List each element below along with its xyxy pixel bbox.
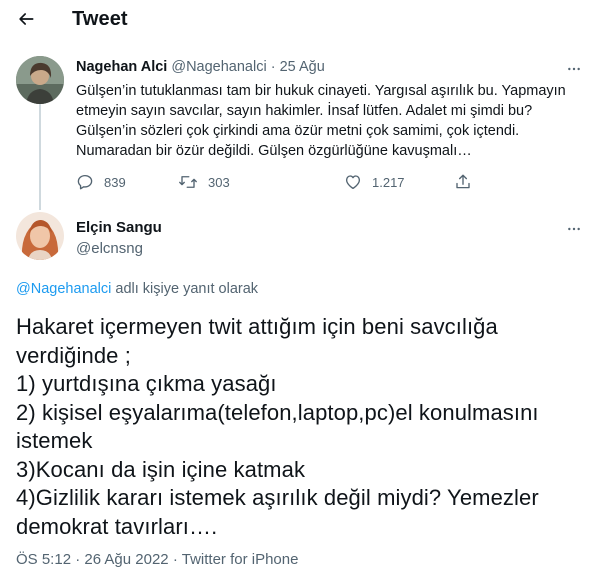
main-tweet-text: Hakaret içermeyen twit attığım için beni… [16, 313, 586, 541]
reply-button[interactable]: 839 [76, 171, 126, 193]
back-button[interactable] [12, 5, 40, 33]
tweet-text-line: 1) yurtdışına çıkma yasağı [16, 371, 277, 396]
reply-count: 839 [104, 174, 126, 190]
parent-tweet[interactable]: Nagehan Alci @Nagehanalci · 25 Ağu Gülşe… [0, 50, 597, 200]
reply-mention-link[interactable]: @Nagehanalci [16, 281, 111, 297]
replying-to: @Nagehanalci adlı kişiye yanıt olarak [16, 281, 258, 297]
tweet-text-line: 4)Gizlilik kararı istemek aşırılık değil… [16, 485, 539, 510]
retweet-count: 303 [208, 174, 230, 190]
tweet-text-line: istemek [16, 428, 93, 453]
tweet-timestamp: ÖS 5:12 · 26 Ağu 2022 · Twitter for iPho… [16, 551, 298, 568]
more-button[interactable] [560, 59, 588, 79]
tweet-date[interactable]: 25 Ağu [280, 59, 325, 75]
heart-icon [345, 175, 361, 190]
reply-bubble-icon [77, 174, 93, 190]
tweet-actions: 839 303 1.217 [76, 171, 496, 193]
tweet-text-line: verdiğinde ; [16, 342, 131, 368]
tweet-time[interactable]: ÖS 5:12 [16, 551, 71, 568]
meta-separator: · [172, 551, 178, 568]
page-title: Tweet [72, 8, 128, 30]
tweet-text-line: Gülşen’in tutuklanması tam bir hukuk cin… [76, 83, 566, 99]
meta-separator: · [270, 59, 276, 75]
tweet-text-line: Gülşen’in sözleri çok çirkindi ama özür … [76, 123, 520, 139]
tweet-text-line: Numaradan bir özür değildi. Gülşen özgür… [76, 143, 472, 159]
more-button[interactable] [560, 219, 588, 239]
parent-tweet-header: Nagehan Alci @Nagehanalci · 25 Ağu [76, 59, 325, 75]
avatar[interactable] [16, 212, 64, 260]
tweet-text-line: demokrat tavırları…. [16, 513, 218, 539]
more-horizontal-icon [568, 67, 580, 71]
tweet-text-line: 3)Kocanı da işin içine katmak [16, 456, 306, 482]
share-icon [456, 174, 470, 189]
header: Tweet [0, 0, 597, 40]
tweet-source[interactable]: Twitter for iPhone [182, 551, 299, 568]
parent-tweet-text: Gülşen’in tutuklanması tam bir hukuk cin… [76, 81, 586, 161]
avatar[interactable] [16, 56, 64, 104]
author-handle[interactable]: @Nagehanalci [171, 59, 266, 75]
like-count: 1.217 [372, 174, 405, 190]
arrow-left-icon [19, 13, 34, 25]
share-button[interactable] [454, 171, 472, 193]
avatar-photo [16, 56, 64, 104]
tweet-date[interactable]: 26 Ağu 2022 [84, 551, 168, 568]
author-name[interactable]: Elçin Sangu [76, 219, 162, 236]
avatar-photo [16, 212, 64, 260]
retweet-icon [179, 176, 197, 188]
like-button[interactable]: 1.217 [344, 171, 405, 193]
tweet-text-line: 2) kişisel eşyalarıma(telefon,laptop,pc)… [16, 399, 539, 425]
more-horizontal-icon [568, 227, 580, 231]
meta-separator: · [75, 551, 81, 568]
tweet-text-line: etmeyin sayın savcılar, sayın hakimler. … [76, 103, 533, 119]
retweet-button[interactable]: 303 [178, 171, 230, 193]
author-handle[interactable]: @elcnsng [76, 240, 143, 257]
author-name[interactable]: Nagehan Alci [76, 59, 167, 75]
tweet-page: Tweet Nagehan Alci @Nagehanalci · 25 Ağu [0, 0, 597, 587]
tweet-text-line: Hakaret içermeyen twit attığım için beni… [16, 314, 498, 339]
reply-to-suffix: adlı kişiye yanıt olarak [115, 281, 259, 297]
